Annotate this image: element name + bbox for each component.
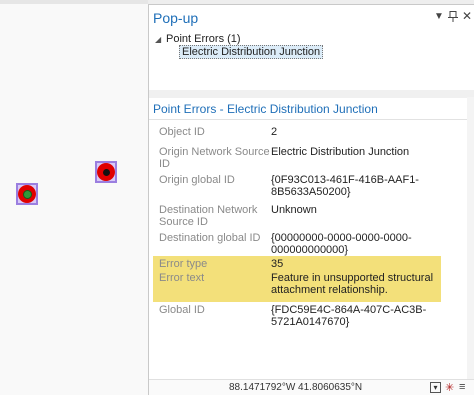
field-name: Error text: [159, 272, 205, 284]
junction-center-dot: [102, 168, 110, 176]
options-icon[interactable]: ≡: [459, 381, 465, 393]
attribute-row-highlighted: Error text Feature in unsupported struct…: [153, 270, 441, 302]
field-name: Origin Network Source ID: [159, 146, 270, 170]
section-divider: [149, 119, 474, 120]
attribute-row: Destination Network Source ID Unknown: [153, 202, 441, 230]
map-feature-marker-green[interactable]: [16, 183, 38, 205]
field-value: 2: [271, 126, 278, 138]
zoom-to-icon[interactable]: ▾: [430, 382, 441, 393]
map-feature-marker-selected[interactable]: [95, 161, 117, 183]
map-view[interactable]: [0, 0, 148, 395]
close-icon[interactable]: ✕: [462, 9, 472, 23]
tree-group-point-errors[interactable]: Point Errors (1): [166, 33, 241, 45]
attribute-row: Origin Network Source ID Electric Distri…: [153, 144, 441, 172]
coordinate-readout: 88.1471792°W 41.8060635°N: [229, 382, 363, 393]
popup-status-bar: 88.1471792°W 41.8060635°N ▾ ✳ ≡: [149, 379, 474, 395]
popup-title: Pop-up: [153, 10, 199, 26]
auto-hide-pin-icon[interactable]: [448, 11, 458, 22]
field-value: {0F93C013-461F-416B-AAF1-8B5633A50200}: [271, 174, 419, 198]
field-value: Unknown: [271, 204, 317, 216]
attribute-row: Object ID 2: [153, 124, 441, 142]
tree-splitter[interactable]: [149, 90, 474, 98]
junction-symbol: [18, 185, 36, 203]
field-name: Origin global ID: [159, 174, 235, 186]
flash-feature-icon[interactable]: ✳: [445, 381, 454, 394]
field-value: 35: [271, 258, 284, 270]
junction-center-dot: [22, 189, 32, 199]
vertical-scrollbar[interactable]: [467, 97, 474, 379]
field-name: Object ID: [159, 126, 205, 138]
tree-item-electric-distribution-junction[interactable]: Electric Distribution Junction: [179, 45, 324, 59]
field-value: {00000000-0000-0000-0000-000000000000}: [271, 232, 412, 256]
field-name: Destination Network Source ID: [159, 204, 258, 228]
attribute-row-highlighted: Error type 35: [153, 256, 441, 270]
field-name: Error type: [159, 258, 208, 270]
attribute-row: Global ID {FDC59E4C-864A-407C-AC3B-5721A…: [153, 302, 441, 332]
field-name: Destination global ID: [159, 232, 261, 244]
field-value: {FDC59E4C-864A-407C-AC3B-5721A0147670}: [271, 304, 427, 328]
popup-pane: Pop-up ▼ ✕ ◢ Point Errors (1) Electric D…: [148, 4, 474, 395]
junction-symbol: [97, 163, 115, 181]
pin-dropdown-icon[interactable]: ▼: [434, 11, 444, 22]
field-value: Feature in unsupported structural attach…: [271, 272, 434, 296]
collapse-arrow-icon[interactable]: ◢: [155, 35, 161, 44]
attribute-row: Origin global ID {0F93C013-461F-416B-AAF…: [153, 172, 441, 202]
attribute-row: Destination global ID {00000000-0000-000…: [153, 230, 441, 258]
popup-titlebar: Pop-up ▼ ✕: [149, 5, 474, 31]
details-section-title: Point Errors - Electric Distribution Jun…: [153, 102, 378, 116]
field-name: Global ID: [159, 304, 205, 316]
map-top-edge: [0, 0, 148, 4]
field-value: Electric Distribution Junction: [271, 146, 410, 158]
